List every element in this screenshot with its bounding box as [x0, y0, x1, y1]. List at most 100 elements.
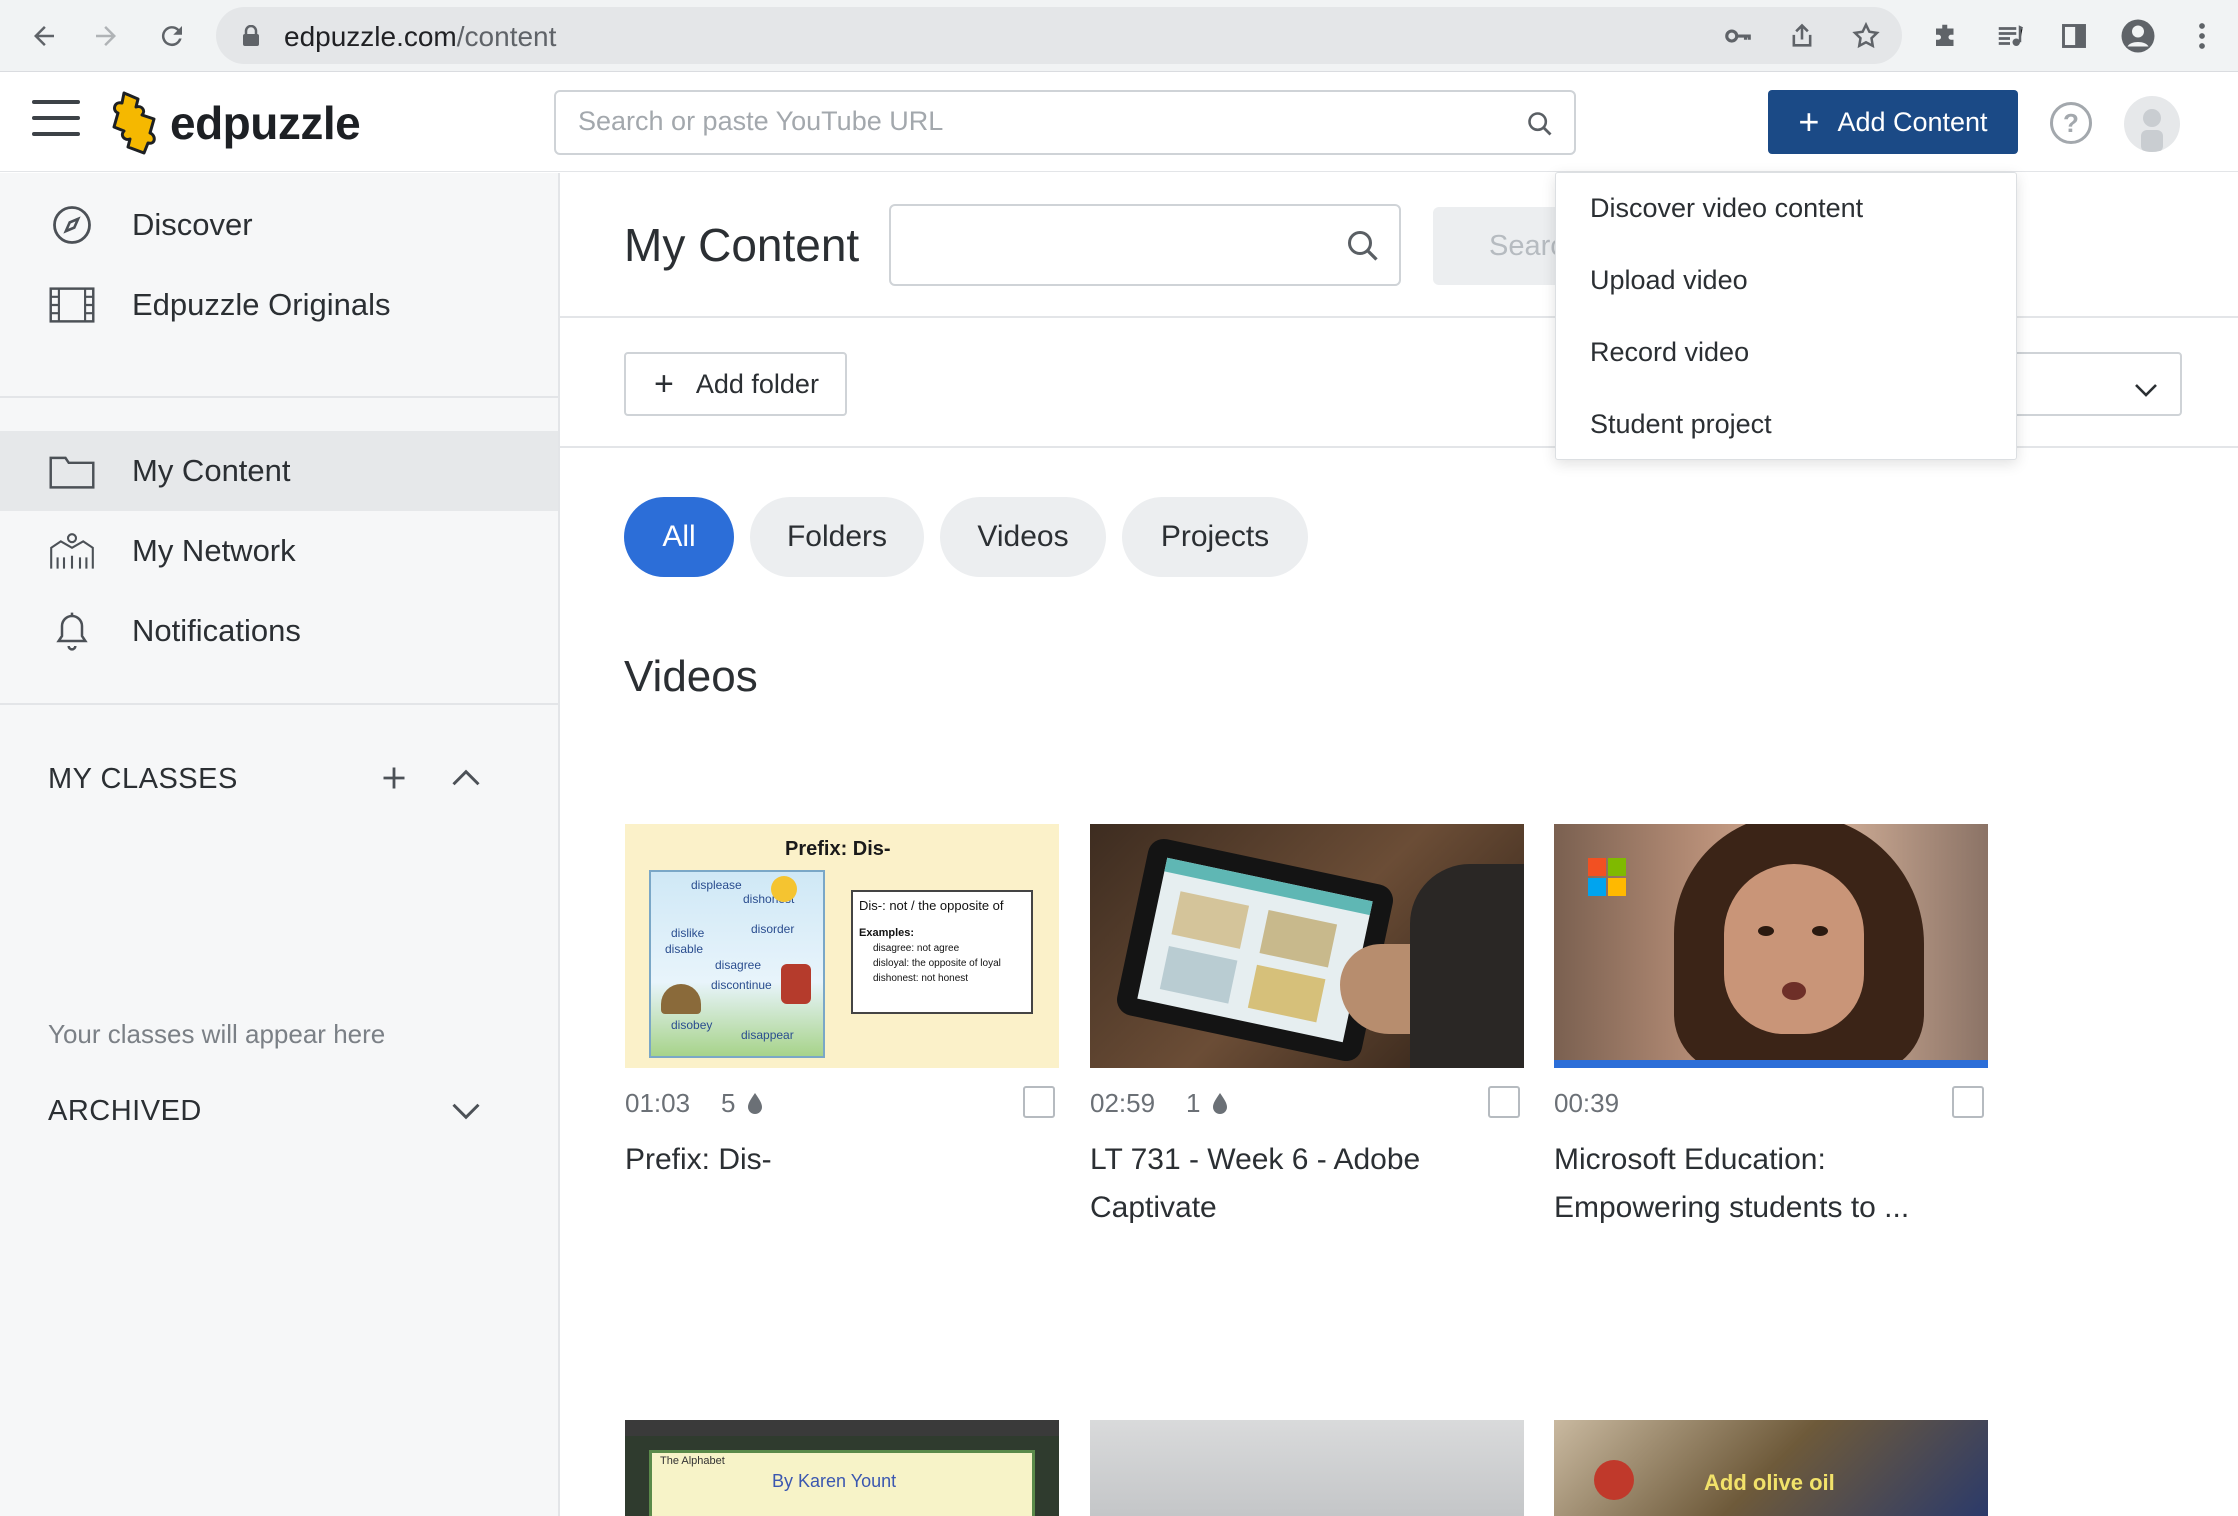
app-header: edpuzzle + Add Content ?	[0, 72, 2238, 172]
video-title[interactable]: Prefix: Dis-	[625, 1136, 1059, 1184]
face-image	[1724, 864, 1864, 1034]
chevron-up-icon[interactable]	[446, 758, 486, 798]
video-title[interactable]: Microsoft Education: Empowering students…	[1554, 1136, 1988, 1232]
sidebar-item-my-content[interactable]: My Content	[0, 431, 558, 511]
video-card[interactable]	[1090, 1420, 1524, 1516]
video-meta: 01:03 5	[625, 1068, 1059, 1128]
help-icon[interactable]: ?	[2050, 102, 2092, 144]
menu-item-discover-video-content[interactable]: Discover video content	[1590, 193, 1863, 224]
reload-icon[interactable]	[152, 16, 192, 56]
thumbnail-word: disobey	[671, 1018, 713, 1032]
address-bar[interactable]: edpuzzle.com/content	[216, 7, 1902, 64]
film-icon	[48, 283, 96, 327]
thumbnail-title: Prefix: Dis-	[785, 838, 891, 860]
menu-item-record-video[interactable]: Record video	[1590, 337, 1749, 368]
thumbnail-word: disappear	[741, 1028, 794, 1042]
filter-folders[interactable]: Folders	[750, 497, 924, 577]
menu-item-upload-video[interactable]: Upload video	[1590, 265, 1748, 296]
add-content-label: Add Content	[1837, 106, 1988, 137]
thumbnail-caption: Add olive oil	[1704, 1470, 1835, 1495]
edpuzzle-logo[interactable]: edpuzzle	[110, 88, 361, 158]
key-icon[interactable]	[1718, 16, 1758, 56]
add-content-menu: Discover video content Upload video Reco…	[1555, 172, 2017, 460]
video-card[interactable]: Add olive oil	[1554, 1420, 1988, 1516]
back-icon[interactable]	[24, 16, 64, 56]
thumbnail-caption: By Karen Yount	[772, 1471, 897, 1491]
youtube-search-input[interactable]	[578, 106, 1478, 137]
lock-icon	[242, 24, 260, 52]
sidebar-item-label: My Content	[132, 453, 291, 488]
logo-text: edpuzzle	[170, 97, 361, 149]
sidebar-item-edpuzzle-originals[interactable]: Edpuzzle Originals	[0, 265, 558, 345]
avatar[interactable]	[2124, 96, 2180, 152]
folder-icon	[48, 449, 96, 493]
side-panel-icon[interactable]	[2054, 16, 2094, 56]
video-title[interactable]: LT 731 - Week 6 - Adobe Captivate	[1090, 1136, 1524, 1232]
sidebar-divider	[0, 703, 558, 705]
filter-projects[interactable]: Projects	[1122, 497, 1308, 577]
search-icon[interactable]	[1345, 228, 1381, 269]
thumbnail-definition-box: Dis-: not / the opposite of Examples: di…	[851, 890, 1033, 1014]
thumbnail-word: discontinue	[711, 978, 772, 992]
video-title-line: Empowering students to ...	[1554, 1191, 1910, 1224]
more-vert-icon[interactable]	[2182, 16, 2222, 56]
video-meta: 02:59 1	[1090, 1068, 1524, 1128]
sidebar-item-my-network[interactable]: My Network	[0, 511, 558, 591]
forward-icon[interactable]	[86, 16, 126, 56]
views-count: 5	[721, 1088, 736, 1118]
sidebar-divider	[0, 396, 558, 398]
thumbnail-word: disable	[665, 942, 704, 956]
progress-bar	[1554, 1060, 1988, 1068]
add-class-icon[interactable]	[374, 758, 414, 798]
video-card[interactable]: Prefix: Dis- displease dishonest dislike…	[625, 824, 1059, 1184]
thumbnail-word: displease	[691, 878, 742, 892]
video-thumbnail[interactable]: Prefix: Dis- displease dishonest dislike…	[625, 824, 1059, 1068]
add-content-button[interactable]: + Add Content	[1768, 90, 2018, 154]
select-checkbox[interactable]	[1023, 1086, 1055, 1118]
browser-toolbar: edpuzzle.com/content	[0, 0, 2238, 72]
my-classes-title: MY CLASSES	[48, 763, 238, 795]
user-placeholder-icon	[2141, 109, 2163, 152]
thumbnail-word-poster: displease dishonest dislike disorder dis…	[649, 870, 825, 1058]
archived-title[interactable]: ARCHIVED	[48, 1095, 202, 1128]
add-folder-button[interactable]: + Add folder	[624, 352, 847, 416]
url-text: edpuzzle.com/content	[284, 21, 557, 52]
chevron-down-icon[interactable]	[446, 1091, 486, 1131]
thumbnail-tab: The Alphabet	[660, 1455, 725, 1467]
select-checkbox[interactable]	[1952, 1086, 1984, 1118]
video-thumbnail[interactable]: Add olive oil	[1554, 1420, 1988, 1516]
puzzle-logo-icon	[112, 91, 156, 155]
search-icon[interactable]	[1526, 110, 1554, 143]
extensions-icon[interactable]	[1926, 16, 1966, 56]
views-count: 1	[1186, 1088, 1201, 1118]
thumbnail-word: disagree	[715, 958, 762, 972]
profile-icon[interactable]	[2118, 16, 2158, 56]
video-card[interactable]: The Alphabet By Karen Yount	[625, 1420, 1059, 1516]
plus-icon: +	[654, 365, 674, 403]
video-duration: 00:39	[1554, 1088, 1620, 1118]
thumbnail-word: dislike	[671, 926, 705, 940]
plus-icon: +	[1798, 101, 1820, 142]
media-icon[interactable]	[1990, 16, 2030, 56]
star-icon[interactable]	[1846, 16, 1886, 56]
sidebar-item-notifications[interactable]: Notifications	[0, 591, 558, 671]
page-title: My Content	[624, 219, 860, 271]
video-thumbnail[interactable]	[1090, 824, 1524, 1068]
video-card[interactable]: 00:39 Microsoft Education: Empowering st…	[1554, 824, 1988, 1232]
menu-icon[interactable]	[32, 100, 80, 144]
video-thumbnail[interactable]	[1554, 824, 1988, 1068]
video-thumbnail[interactable]	[1090, 1420, 1524, 1516]
video-card[interactable]: 02:59 1 LT 731 - Week 6 - Adobe Captivat…	[1090, 824, 1524, 1232]
content-search-field[interactable]	[889, 204, 1401, 286]
filter-all[interactable]: All	[624, 497, 734, 577]
video-thumbnail[interactable]: The Alphabet By Karen Yount	[625, 1420, 1059, 1516]
drop-icon	[1213, 1092, 1228, 1114]
sidebar-item-discover[interactable]: Discover	[0, 185, 558, 265]
youtube-search-field[interactable]	[554, 90, 1576, 155]
menu-item-student-project[interactable]: Student project	[1590, 409, 1772, 440]
share-icon[interactable]	[1782, 16, 1822, 56]
filter-videos[interactable]: Videos	[940, 497, 1106, 577]
video-title-line: Captivate	[1090, 1191, 1217, 1224]
network-icon	[48, 529, 96, 573]
select-checkbox[interactable]	[1488, 1086, 1520, 1118]
